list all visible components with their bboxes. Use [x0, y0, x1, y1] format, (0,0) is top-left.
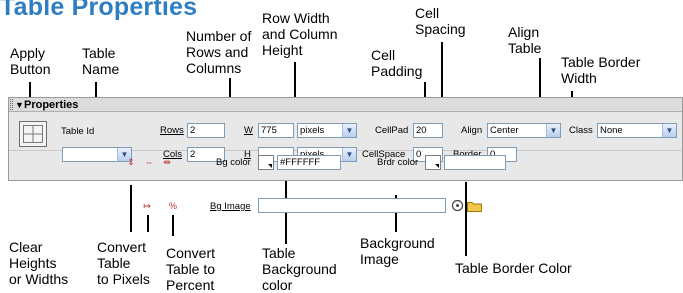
chevron-down-icon[interactable]: ▼ — [342, 124, 356, 137]
point-to-file-icon[interactable] — [451, 199, 464, 212]
convert-percent-icon[interactable]: % — [166, 200, 180, 212]
clear-widths-alt-icon[interactable]: ⇹ — [160, 156, 174, 168]
chevron-down-icon[interactable]: ▼ — [342, 148, 356, 161]
bg-image-label: Bg Image — [210, 201, 251, 212]
clear-widths-icon[interactable]: ⇔ — [142, 156, 156, 168]
chevron-down-icon[interactable]: ▼ — [546, 124, 560, 137]
bg-color-swatch[interactable] — [258, 155, 274, 170]
properties-title: Properties — [24, 99, 79, 111]
class-select[interactable]: None ▼ — [597, 123, 677, 138]
cellpad-label: CellPad — [375, 125, 409, 136]
table-id-select[interactable]: ▼ — [62, 147, 132, 162]
convert-pixels-icon[interactable]: ↦ — [140, 200, 154, 212]
width-unit-value: pixels — [300, 125, 325, 136]
width-label: W — [244, 125, 253, 136]
rows-input[interactable]: 2 — [187, 123, 225, 138]
table-icon[interactable] — [19, 121, 47, 147]
width-unit-select[interactable]: pixels ▼ — [297, 123, 357, 138]
border-color-input[interactable] — [444, 155, 506, 170]
rows-label: Rows — [160, 125, 184, 136]
chevron-down-icon[interactable]: ▼ — [662, 124, 676, 137]
align-select[interactable]: Center ▼ — [487, 123, 561, 138]
border-color-swatch[interactable] — [425, 155, 441, 170]
table-id-label: Table Id — [61, 126, 95, 137]
properties-expand-icon[interactable]: ▼ — [15, 98, 24, 112]
class-value: None — [600, 125, 623, 136]
properties-header[interactable]: ▼ Properties — [9, 98, 682, 112]
properties-panel: ▼ Properties Table Id ▼ Rows 2 Cols 2 W … — [8, 97, 683, 181]
class-label: Class — [569, 125, 593, 136]
bg-color-label: Bg color — [216, 157, 251, 168]
align-label: Align — [461, 125, 483, 136]
bg-image-input[interactable] — [258, 198, 446, 213]
cellpad-input[interactable]: 20 — [413, 123, 443, 138]
clear-heights-icon[interactable]: ⇕ — [124, 156, 138, 168]
brdr-color-label: Brdr color — [377, 157, 419, 168]
width-input[interactable]: 775 — [258, 123, 294, 138]
bg-color-input[interactable]: #FFFFFF — [277, 155, 341, 170]
panel-grip-icon[interactable] — [10, 99, 13, 110]
browse-folder-icon[interactable] — [467, 199, 482, 212]
align-value: Center — [490, 125, 519, 136]
